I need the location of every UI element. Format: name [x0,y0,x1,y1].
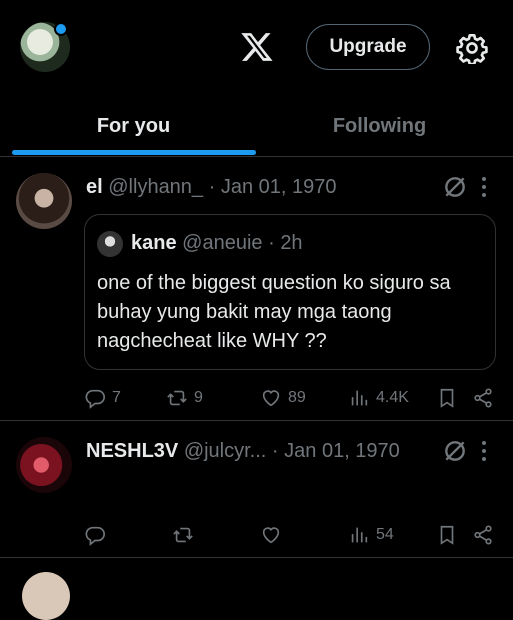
like-button[interactable]: 89 [260,383,306,413]
repost-button[interactable]: 9 [166,383,203,413]
bookmark-icon[interactable] [436,524,458,546]
like-count: 89 [288,389,306,406]
like-icon [262,390,280,407]
share-icon[interactable] [472,524,494,546]
x-logo-icon[interactable] [240,30,274,64]
tab-following[interactable]: Following [246,96,513,156]
top-bar: Upgrade [0,0,513,96]
grok-icon[interactable] [442,438,468,464]
more-icon[interactable] [481,176,487,198]
views-icon [351,527,368,543]
repost-icon [167,390,187,406]
tab-for-you[interactable]: For you [0,96,267,156]
repost-icon [173,527,193,543]
repost-count: 9 [194,389,203,406]
author-handle[interactable]: @julcyr... [184,440,267,462]
views-count: 4.4K [376,389,409,406]
like-button[interactable] [260,520,288,550]
reply-icon [85,389,105,409]
views-icon [351,390,368,406]
avatar[interactable] [22,572,70,620]
author-name: kane [131,232,177,254]
avatar[interactable] [16,173,72,229]
tweet-date[interactable]: Jan 01, 1970 [221,176,337,198]
tweet-actions: 7 9 89 4.4K [84,383,504,413]
share-icon[interactable] [472,387,494,409]
grok-icon[interactable] [442,174,468,200]
quoted-tweet-text: one of the biggest question ko siguro sa… [97,272,451,352]
reply-icon [85,526,105,546]
bookmark-icon[interactable] [436,387,458,409]
timeline-tabs: For you Following [0,96,513,157]
author-name[interactable]: NESHL3V [86,440,178,462]
profile-avatar-button[interactable] [20,22,70,72]
tweet-actions: 54 [84,520,504,550]
notification-dot [54,22,68,36]
tweet-time: 2h [280,232,303,254]
quoted-tweet[interactable]: kane @aneuie · 2h one of the biggest que… [84,214,496,370]
tweet-header: NESHL3V @julcyr... · Jan 01, 1970 [86,440,400,462]
more-icon[interactable] [481,440,487,462]
reply-count: 7 [112,389,121,406]
upgrade-button[interactable]: Upgrade [306,24,430,70]
tweet-header: el @llyhann_ · Jan 01, 1970 [86,176,337,198]
avatar [97,231,123,257]
repost-button[interactable] [172,520,200,550]
reply-button[interactable]: 7 [84,383,121,413]
active-tab-indicator [12,150,256,155]
author-handle[interactable]: @llyhann_ [108,176,203,198]
gear-icon[interactable] [456,32,488,64]
tweet-date[interactable]: Jan 01, 1970 [284,440,400,462]
views-button[interactable]: 4.4K [348,383,409,413]
views-count: 54 [376,526,394,543]
author-handle: @aneuie [182,232,263,254]
reply-button[interactable] [84,520,112,550]
quoted-tweet-header: kane @aneuie · 2h [131,232,303,254]
avatar[interactable] [16,437,72,493]
like-icon [262,527,280,544]
author-name[interactable]: el [86,176,103,198]
views-button[interactable]: 54 [348,520,394,550]
